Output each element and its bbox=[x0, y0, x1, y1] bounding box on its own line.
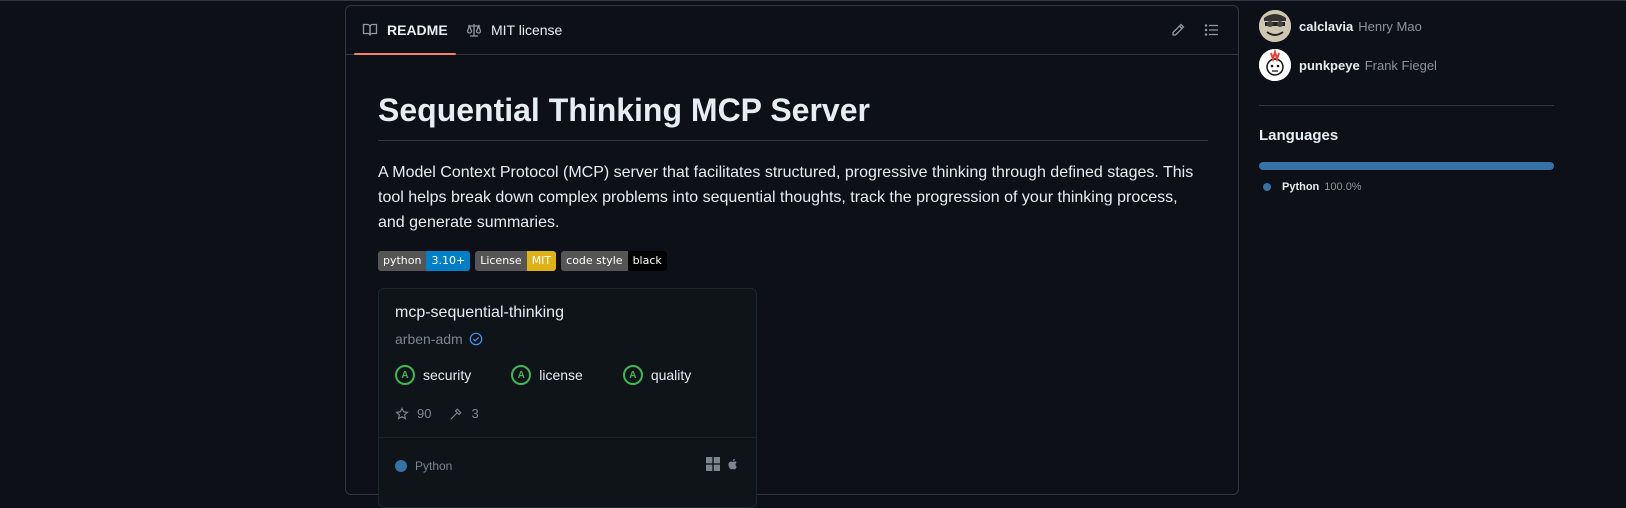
apple-icon bbox=[728, 458, 737, 470]
stars-value: 90 bbox=[417, 406, 432, 421]
list-icon bbox=[1204, 24, 1218, 36]
hammer-icon bbox=[450, 407, 463, 420]
grade-label: quality bbox=[650, 367, 692, 383]
python-version-badge[interactable]: python 3.10+ bbox=[378, 251, 471, 271]
tab-readme-label: README bbox=[387, 22, 448, 38]
badge-label: code style bbox=[561, 251, 628, 271]
tools-value: 3 bbox=[471, 406, 479, 421]
language-item-python[interactable]: Python 100.0% bbox=[1263, 181, 1362, 193]
tab-readme[interactable]: README bbox=[354, 6, 456, 55]
owner-name: arben-adm bbox=[395, 331, 463, 347]
grade-badge: A bbox=[622, 365, 643, 385]
language-dot bbox=[1263, 183, 1271, 191]
avatar[interactable] bbox=[1259, 10, 1291, 42]
star-icon bbox=[395, 406, 409, 420]
badge-value: black bbox=[627, 251, 667, 271]
badge-value: MIT bbox=[526, 251, 557, 271]
card-divider bbox=[379, 437, 756, 438]
code-style-badge[interactable]: code style black bbox=[561, 251, 667, 271]
avatar-image-icon bbox=[1259, 49, 1291, 81]
scale-icon bbox=[466, 24, 482, 37]
badge-label: python bbox=[378, 251, 427, 271]
contributor-calclavia[interactable]: calclavia Henry Mao bbox=[1259, 10, 1422, 42]
outline-button[interactable] bbox=[1202, 20, 1222, 40]
readme-content: Sequential Thinking MCP Server A Model C… bbox=[378, 54, 1208, 508]
grades-row: A security A license A quality bbox=[395, 365, 731, 385]
tab-mit-license[interactable]: MIT license bbox=[466, 6, 562, 54]
grade-label: security bbox=[423, 367, 472, 383]
badge-label: License bbox=[475, 251, 527, 271]
grade-label: license bbox=[539, 367, 583, 383]
readme-panel: README MIT license Sequential Thinking M… bbox=[345, 5, 1239, 508]
contributor-name: Henry Mao bbox=[1358, 18, 1422, 34]
readme-description: A Model Context Protocol (MCP) server th… bbox=[378, 164, 1194, 231]
grade-quality: A quality bbox=[622, 365, 692, 385]
platform-icons bbox=[706, 457, 740, 471]
license-badge[interactable]: License MIT bbox=[475, 251, 557, 271]
language-percent: 100.0% bbox=[1324, 181, 1362, 193]
grade-badge: A bbox=[511, 365, 532, 385]
contributor-punkpeye[interactable]: punkpeye Frank Fiegel bbox=[1259, 49, 1437, 81]
readme-tab-bar: README MIT license bbox=[346, 6, 1238, 55]
readme-title: Sequential Thinking MCP Server bbox=[378, 54, 1208, 141]
language-name: Python bbox=[1282, 181, 1320, 193]
windows-icon bbox=[706, 457, 720, 471]
stars-count: 90 bbox=[395, 406, 431, 421]
avatar-image-icon bbox=[1259, 10, 1291, 42]
tab-mit-license-label: MIT license bbox=[491, 22, 563, 38]
mcp-stats: 90 3 bbox=[395, 406, 497, 421]
grade-security: A security bbox=[395, 365, 471, 385]
contributor-login[interactable]: calclavia bbox=[1299, 19, 1353, 34]
grade-license: A license bbox=[511, 365, 583, 385]
verified-icon bbox=[469, 332, 483, 346]
contributor-name: Frank Fiegel bbox=[1364, 57, 1437, 73]
avatar[interactable] bbox=[1259, 49, 1291, 81]
mcp-language: Python bbox=[395, 459, 452, 473]
pencil-icon bbox=[1172, 23, 1185, 36]
tools-count: 3 bbox=[449, 406, 479, 421]
edit-readme-button[interactable] bbox=[1168, 20, 1188, 40]
grade-badge: A bbox=[395, 365, 415, 385]
top-border bbox=[0, 0, 1626, 1]
mcp-server-owner: arben-adm bbox=[395, 331, 483, 347]
languages-bar bbox=[1259, 162, 1554, 170]
languages-heading: Languages bbox=[1259, 127, 1339, 144]
badge-row: python 3.10+ License MIT code style blac… bbox=[378, 251, 1208, 271]
mcp-server-name: mcp-sequential-thinking bbox=[395, 304, 564, 321]
language-name: Python bbox=[415, 459, 453, 473]
badge-value: 3.10+ bbox=[426, 251, 471, 271]
sidebar-divider bbox=[1259, 105, 1554, 106]
language-dot bbox=[395, 460, 407, 472]
book-icon bbox=[362, 23, 378, 36]
contributor-login[interactable]: punkpeye bbox=[1299, 58, 1360, 73]
mcp-server-card[interactable]: mcp-sequential-thinking arben-adm A secu… bbox=[378, 288, 757, 508]
